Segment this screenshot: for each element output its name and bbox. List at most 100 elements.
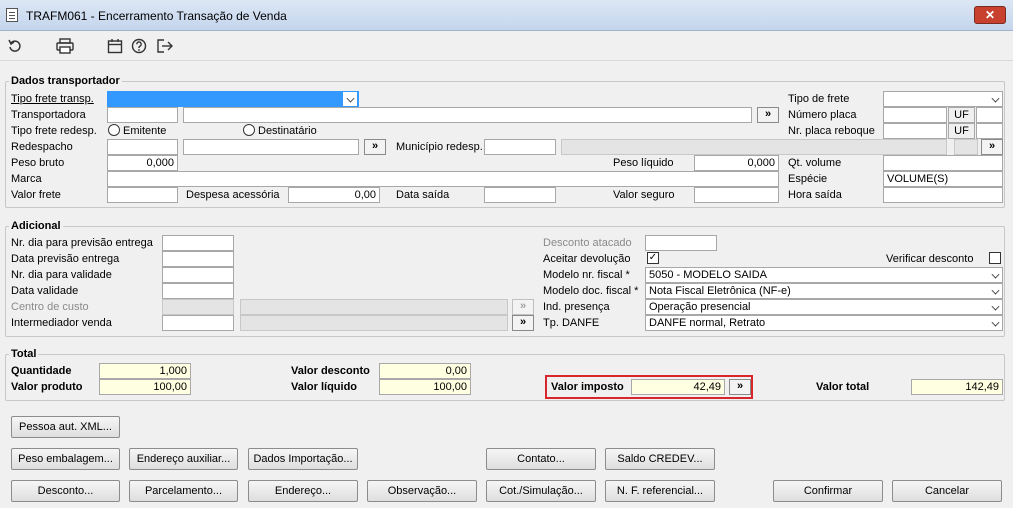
hora-saida-input[interactable] bbox=[883, 187, 1003, 203]
cot-simulacao-button[interactable]: Cot./Simulação... bbox=[486, 480, 596, 502]
nr-dia-validade-input[interactable] bbox=[162, 267, 234, 283]
peso-liquido-input[interactable]: 0,000 bbox=[694, 155, 779, 171]
uf-placa-input[interactable] bbox=[976, 107, 1003, 123]
aceitar-devolucao-checkbox[interactable]: ✓ bbox=[647, 252, 659, 264]
modelo-nr-fiscal-label: Modelo nr. fiscal * bbox=[543, 269, 630, 281]
modelo-doc-fiscal-select[interactable]: Nota Fiscal Eletrônica (NF-e) bbox=[645, 283, 1003, 299]
despesa-acessoria-input[interactable]: 0,00 bbox=[288, 187, 380, 203]
confirmar-button[interactable]: Confirmar bbox=[773, 480, 883, 502]
valor-frete-input[interactable] bbox=[107, 187, 178, 203]
modelo-doc-fiscal-value: Nota Fiscal Eletrônica (NF-e) bbox=[649, 285, 791, 297]
peso-bruto-label: Peso bruto bbox=[11, 157, 65, 169]
data-previsao-input[interactable] bbox=[162, 251, 234, 267]
intermediador-lookup-button[interactable]: » bbox=[512, 315, 534, 331]
emitente-radio[interactable] bbox=[108, 124, 120, 136]
destinatario-radio[interactable] bbox=[243, 124, 255, 136]
intermediador-label: Intermediador venda bbox=[11, 317, 112, 329]
nr-dia-previsao-input[interactable] bbox=[162, 235, 234, 251]
exit-icon[interactable] bbox=[154, 36, 176, 56]
verificar-desconto-checkbox[interactable] bbox=[989, 252, 1001, 264]
nr-placa-reboque-label: Nr. placa reboque bbox=[788, 125, 875, 137]
uf-label-1: UF bbox=[948, 107, 975, 123]
verificar-desconto-label: Verificar desconto bbox=[886, 253, 974, 265]
tp-danfe-label: Tp. DANFE bbox=[543, 317, 600, 329]
data-saida-input[interactable] bbox=[484, 187, 556, 203]
municipio-code-input[interactable] bbox=[484, 139, 556, 155]
valor-seguro-label: Valor seguro bbox=[613, 189, 675, 201]
redespacho-name-input[interactable] bbox=[183, 139, 359, 155]
uf-label-2: UF bbox=[948, 123, 975, 139]
app-icon bbox=[6, 8, 18, 22]
nf-referencial-button[interactable]: N. F. referencial... bbox=[605, 480, 715, 502]
uf-reboque-input[interactable] bbox=[976, 123, 1003, 139]
marca-label: Marca bbox=[11, 173, 42, 185]
centro-custo-lookup-button: » bbox=[512, 299, 534, 315]
window-title: TRAFM061 - Encerramento Transação de Ven… bbox=[26, 9, 287, 23]
valor-imposto-label: Valor imposto bbox=[551, 381, 624, 393]
pessoa-aut-xml-button[interactable]: Pessoa aut. XML... bbox=[11, 416, 120, 438]
municipio-lookup-button[interactable]: » bbox=[981, 139, 1003, 155]
quantidade-label: Quantidade bbox=[11, 365, 72, 377]
saldo-credev-button[interactable]: Saldo CREDEV... bbox=[605, 448, 715, 470]
peso-embalagem-button[interactable]: Peso embalagem... bbox=[11, 448, 120, 470]
despesa-acessoria-label: Despesa acessória bbox=[186, 189, 280, 201]
valor-produto-label: Valor produto bbox=[11, 381, 83, 393]
transportadora-lookup-button[interactable]: » bbox=[757, 107, 779, 123]
destinatario-label: Destinatário bbox=[258, 125, 317, 137]
ind-presenca-value: Operação presencial bbox=[649, 301, 751, 313]
calendar-icon[interactable] bbox=[104, 36, 126, 56]
valor-liquido-label: Valor líquido bbox=[291, 381, 358, 393]
data-saida-label: Data saída bbox=[396, 189, 450, 201]
tp-danfe-select[interactable]: DANFE normal, Retrato bbox=[645, 315, 1003, 331]
tipo-de-frete-select[interactable] bbox=[883, 91, 1003, 107]
parcelamento-button[interactable]: Parcelamento... bbox=[129, 480, 238, 502]
especie-label: Espécie bbox=[788, 173, 828, 185]
valor-seguro-input[interactable] bbox=[694, 187, 779, 203]
chevron-down-icon bbox=[991, 318, 1000, 327]
numero-placa-label: Número placa bbox=[788, 109, 857, 121]
ind-presenca-select[interactable]: Operação presencial bbox=[645, 299, 1003, 315]
endereco-auxiliar-button[interactable]: Endereço auxiliar... bbox=[129, 448, 238, 470]
data-validade-input[interactable] bbox=[162, 283, 234, 299]
valor-imposto-detail-button[interactable]: » bbox=[729, 379, 751, 395]
transportadora-code-input[interactable] bbox=[107, 107, 178, 123]
contato-button[interactable]: Contato... bbox=[486, 448, 596, 470]
modelo-nr-fiscal-select[interactable]: 5050 - MODELO SAIDA bbox=[645, 267, 1003, 283]
marca-input[interactable] bbox=[107, 171, 779, 187]
close-button[interactable]: ✕ bbox=[974, 6, 1006, 24]
placa-reboque-input[interactable] bbox=[883, 123, 947, 139]
endereco-button[interactable]: Endereço... bbox=[248, 480, 358, 502]
total-title: Total bbox=[9, 348, 39, 360]
municipio-uf-input bbox=[954, 139, 978, 155]
valor-imposto-input: 42,49 bbox=[631, 379, 725, 395]
centro-custo-label: Centro de custo bbox=[11, 301, 89, 313]
valor-desconto-label: Valor desconto bbox=[291, 365, 370, 377]
cancelar-button[interactable]: Cancelar bbox=[892, 480, 1002, 502]
toolbar bbox=[0, 31, 1013, 61]
transportador-title: Dados transportador bbox=[9, 75, 122, 87]
dados-importacao-button[interactable]: Dados Importação... bbox=[248, 448, 358, 470]
intermediador-code-input[interactable] bbox=[162, 315, 234, 331]
tipo-frete-transp-select[interactable] bbox=[107, 91, 359, 107]
municipio-redesp-label: Município redesp. bbox=[396, 141, 483, 153]
numero-placa-input[interactable] bbox=[883, 107, 947, 123]
peso-bruto-input[interactable]: 0,000 bbox=[107, 155, 178, 171]
qt-volume-input[interactable] bbox=[883, 155, 1003, 171]
valor-total-input: 142,49 bbox=[911, 379, 1003, 395]
desconto-button[interactable]: Desconto... bbox=[11, 480, 120, 502]
print-icon[interactable] bbox=[54, 36, 76, 56]
redespacho-lookup-button[interactable]: » bbox=[364, 139, 386, 155]
especie-input[interactable]: VOLUME(S) bbox=[883, 171, 1003, 187]
emitente-label: Emitente bbox=[123, 125, 167, 137]
redespacho-code-input[interactable] bbox=[107, 139, 178, 155]
chevron-down-icon bbox=[343, 92, 357, 106]
observacao-button[interactable]: Observação... bbox=[367, 480, 477, 502]
refresh-icon[interactable] bbox=[4, 36, 26, 56]
help-icon[interactable] bbox=[128, 36, 150, 56]
transportadora-name-input[interactable] bbox=[183, 107, 752, 123]
nr-dia-previsao-label: Nr. dia para previsão entrega bbox=[11, 237, 153, 249]
valor-total-label: Valor total bbox=[816, 381, 870, 393]
desconto-atacado-input bbox=[645, 235, 717, 251]
transportadora-label: Transportadora bbox=[11, 109, 86, 121]
data-previsao-label: Data previsão entrega bbox=[11, 253, 120, 265]
